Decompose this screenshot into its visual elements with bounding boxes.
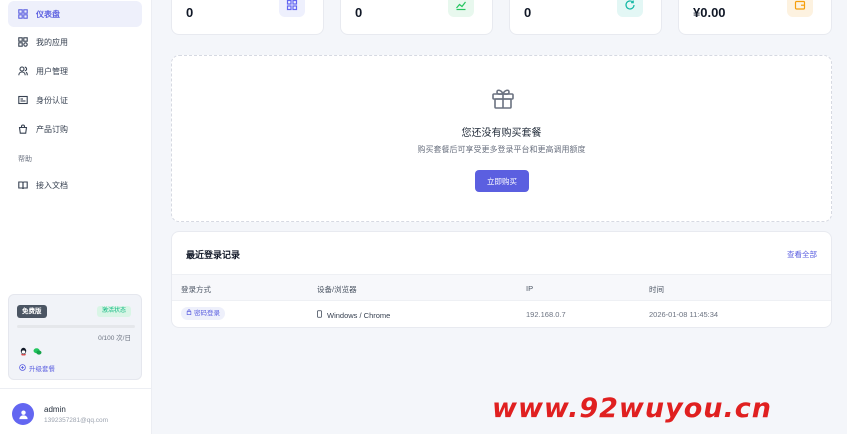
empty-state-subtitle: 购买套餐后可享受更多登录平台和更高调用额度	[417, 145, 586, 154]
upgrade-plan-link[interactable]: 升级套餐	[19, 363, 55, 373]
buy-now-button[interactable]: 立即购买	[475, 170, 529, 192]
shopping-bag-icon	[18, 124, 28, 134]
time-cell: 2026-01-08 11:45:34	[649, 310, 719, 319]
stat-card-apps: 0	[171, 0, 324, 35]
lock-icon	[186, 307, 192, 320]
id-card-icon	[18, 95, 28, 105]
device-cell: Windows / Chrome	[317, 310, 390, 320]
sidebar-item-dashboard[interactable]: 仪表盘	[8, 1, 142, 27]
plan-usage-text: 0/100 次/日	[98, 335, 131, 342]
stat-value: ¥0.00	[693, 5, 726, 20]
sidebar-item-label: 身份认证	[36, 95, 68, 105]
user-name: admin	[44, 405, 66, 414]
platform-icons	[19, 347, 42, 356]
plan-status-badge: 激活状态	[96, 306, 131, 317]
apps-icon	[18, 37, 28, 47]
sidebar-item-label: 仪表盘	[36, 9, 60, 19]
section-title: 最近登录记录	[186, 250, 241, 260]
user-profile[interactable]: admin 1392357281@qq.com	[0, 388, 152, 434]
plan-name-badge: 免费版	[17, 305, 47, 318]
recent-login-records: 最近登录记录 查看全部 登录方式 设备/浏览器 IP 时间 密码登录 Windo…	[171, 231, 832, 328]
upgrade-plan-label: 升级套餐	[29, 366, 55, 373]
column-header: 设备/浏览器	[317, 285, 357, 294]
watermark: www.92wuyou.cn	[492, 393, 772, 424]
login-method-badge: 密码登录	[181, 307, 225, 320]
avatar	[12, 403, 34, 425]
sidebar-item-docs[interactable]: 接入文档	[8, 172, 142, 198]
users-icon	[18, 66, 28, 76]
stat-card-logins: 0	[340, 0, 493, 35]
sidebar-item-label: 我的应用	[36, 37, 68, 47]
column-header: 时间	[649, 285, 664, 294]
book-icon	[18, 180, 28, 190]
gift-icon	[490, 85, 516, 111]
stat-value: 0	[355, 5, 363, 20]
wallet-icon	[787, 0, 813, 17]
sidebar-item-product-order[interactable]: 产品订购	[8, 116, 142, 142]
qq-icon	[19, 347, 28, 356]
stat-value: 0	[524, 5, 532, 20]
dashboard-icon	[18, 9, 28, 19]
table-header: 登录方式 设备/浏览器 IP 时间	[172, 274, 831, 301]
help-section-label: 帮助	[18, 156, 32, 163]
refresh-icon	[617, 0, 643, 17]
chart-icon	[448, 0, 474, 17]
sidebar-item-label: 接入文档	[36, 180, 68, 190]
sidebar-item-identity[interactable]: 身份认证	[8, 87, 142, 113]
user-email: 1392357281@qq.com	[44, 417, 109, 424]
sidebar: 仪表盘 我的应用 用户管理 身份认证 产品订购 帮助 接入文档 免费版 激活状态	[0, 0, 152, 434]
column-header: 登录方式	[181, 285, 211, 294]
ip-cell: 192.168.0.7	[526, 310, 566, 319]
plan-card: 免费版 激活状态 0/100 次/日 升级套餐	[8, 294, 142, 380]
sidebar-item-user-management[interactable]: 用户管理	[8, 58, 142, 84]
sidebar-item-label: 用户管理	[36, 66, 68, 76]
plan-usage-bar	[17, 325, 135, 328]
plus-circle-icon	[19, 363, 26, 373]
stat-value: 0	[186, 5, 194, 20]
user-icon	[18, 409, 28, 419]
stat-card-balance: ¥0.00	[678, 0, 832, 35]
column-header: IP	[526, 284, 534, 293]
apps-icon	[279, 0, 305, 17]
view-all-link[interactable]: 查看全部	[787, 249, 817, 260]
table-row: 密码登录 Windows / Chrome 192.168.0.7 2026-0…	[172, 301, 831, 327]
empty-state-title: 您还没有购买套餐	[461, 128, 542, 139]
stat-card-calls: 0	[509, 0, 662, 35]
sidebar-item-label: 产品订购	[36, 124, 68, 134]
wechat-icon	[33, 347, 42, 356]
sidebar-item-my-apps[interactable]: 我的应用	[8, 29, 142, 55]
mobile-icon	[317, 310, 322, 320]
no-plan-empty-state: 您还没有购买套餐 购买套餐后可享受更多登录平台和更高调用额度 立即购买	[171, 55, 832, 222]
